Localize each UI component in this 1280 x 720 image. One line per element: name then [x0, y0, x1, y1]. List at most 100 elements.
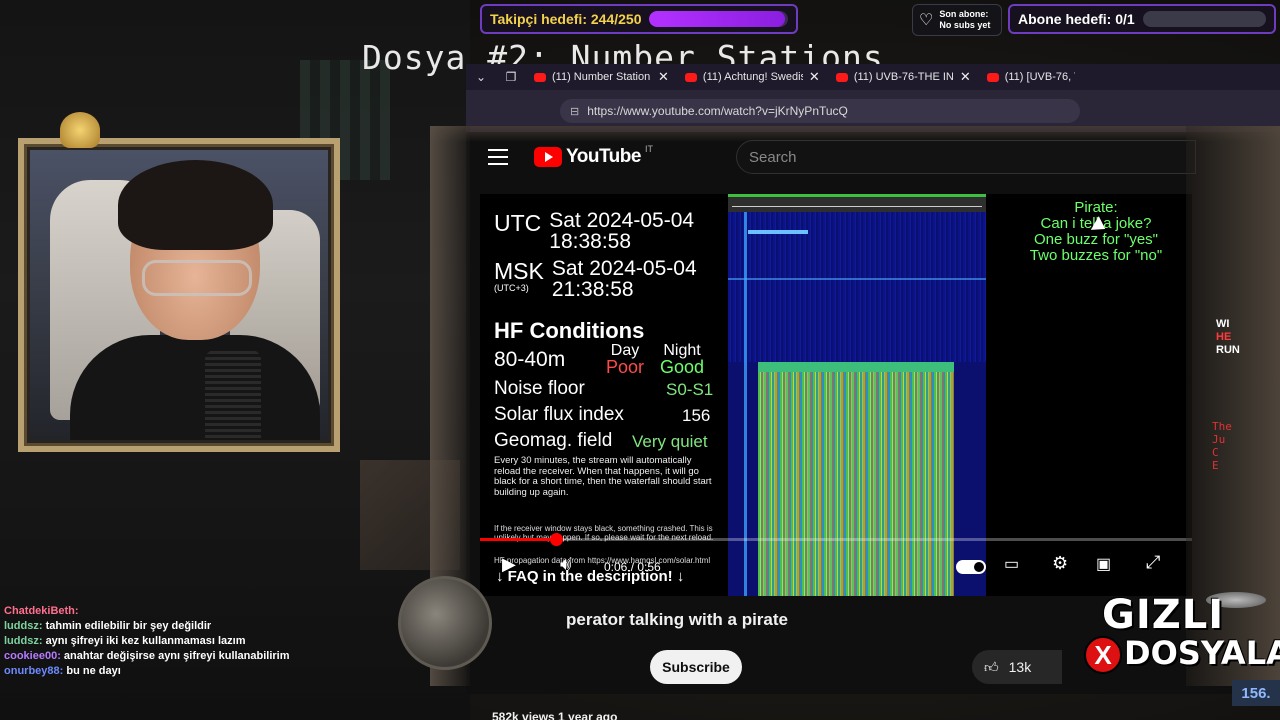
logo-line2: DOSYALAR: [1124, 634, 1280, 672]
utc-row: UTC Sat 2024-05-04 18:38:58: [494, 210, 719, 252]
address-bar-row: ⊟ https://www.youtube.com/watch?v=jKrNyP…: [466, 90, 1280, 132]
thumbs-up-icon: 👍︎: [984, 658, 999, 675]
side-badge: 156.: [1232, 680, 1280, 706]
chat-username[interactable]: onurbey88:: [4, 665, 66, 677]
video-title: perator talking with a pirate: [566, 610, 788, 629]
url-text[interactable]: https://www.youtube.com/watch?v=jKrNyPnT…: [587, 104, 848, 118]
side-document-text: The Ju C E: [1212, 420, 1232, 472]
tab-bar: ⌄ ❐ (11) Number Station I ✕ (11) Achtung…: [466, 64, 1280, 90]
signal-onset: [758, 362, 954, 372]
browser-tab[interactable]: (11) UVB-76-THE INFA ✕: [828, 64, 979, 90]
play-icon[interactable]: ▶: [502, 554, 516, 575]
youtube-header: YouTube IT Search: [466, 132, 1280, 182]
youtube-logo[interactable]: YouTube IT: [534, 144, 653, 168]
chat-username[interactable]: luddsz:: [4, 635, 46, 647]
waterfall-noise: [728, 212, 986, 362]
coin-decoration: [398, 576, 492, 670]
chat-message: luddsz: tahmin edilebilir bir şey değild…: [4, 619, 360, 634]
gear-icon[interactable]: ⚙: [1052, 553, 1068, 574]
frequency-scale: [728, 194, 986, 212]
sub-goal-bar: [1142, 11, 1266, 27]
video-player[interactable]: UTC Sat 2024-05-04 18:38:58 MSK (UTC+3) S…: [480, 194, 1192, 596]
youtube-favicon-icon: [986, 72, 999, 82]
subscribe-button[interactable]: Subscribe: [650, 650, 742, 684]
chat-message: onurbey88: bu ne dayı: [4, 664, 360, 679]
reload-note: Every 30 minutes, the stream will automa…: [494, 455, 712, 498]
text-line: HE: [1216, 331, 1232, 343]
chat-text: bu ne dayı: [66, 665, 121, 677]
geomag-value: Very quiet: [632, 432, 708, 451]
stream-chat: ChatdekiBeth: luddsz: tahmin edilebilir …: [4, 604, 360, 679]
browser-tab[interactable]: (11) Achtung! Swedis ✕: [677, 64, 828, 90]
text-line: One buzz for "yes": [1033, 231, 1159, 248]
country-code: IT: [644, 144, 653, 154]
volume-icon[interactable]: 🔊︎: [560, 554, 571, 575]
logo-line1: GIZLI: [1102, 592, 1225, 638]
waterfall-marker: [728, 278, 986, 280]
autoplay-toggle[interactable]: [956, 560, 986, 574]
logo-x-icon: X: [1084, 636, 1122, 674]
day-condition: Poor: [606, 357, 645, 377]
text-line: E: [1212, 459, 1219, 472]
msk-label-group: MSK (UTC+3): [494, 258, 544, 293]
tab-label: (11) Achtung! Swedis: [702, 71, 803, 83]
follower-goal-bar: [649, 11, 788, 27]
text-line: Pirate:: [1074, 199, 1118, 216]
last-sub-title: Son abone:: [939, 9, 989, 19]
text-line: RUN: [1216, 344, 1240, 356]
text-line: Two buzzes for "no": [1029, 247, 1163, 264]
view-count: 582k views 1 year ago: [492, 710, 618, 720]
time-readout: 0:06 / 0:56: [604, 560, 661, 574]
gizli-dosyalar-logo: GIZLI X DOSYALAR: [1084, 592, 1280, 678]
theater-mode-icon[interactable]: ▣: [1096, 554, 1111, 574]
youtube-favicon-icon: [684, 72, 697, 82]
search-input[interactable]: Search: [736, 140, 1196, 174]
msk-datetime: Sat 2024-05-04 21:38:58: [551, 257, 697, 301]
streamer-body: [70, 335, 320, 440]
streamer-hair: [118, 160, 273, 250]
progress-played: [480, 538, 557, 541]
last-subscriber-widget: ♡ Son abone: No subs yet: [912, 4, 1002, 36]
close-icon[interactable]: ✕: [809, 69, 820, 85]
like-button[interactable]: 👍︎ 13k: [972, 650, 1062, 684]
hf-conditions-title: HF Conditions: [494, 318, 645, 343]
follower-goal-fill: [649, 11, 785, 27]
waterfall-display: [728, 194, 986, 596]
youtube-wordmark: YouTube: [566, 146, 641, 167]
youtube-favicon-icon: [534, 72, 546, 82]
chat-username[interactable]: cookiee00:: [4, 650, 64, 662]
menu-icon[interactable]: [488, 149, 508, 165]
site-info-icon[interactable]: ⊟: [570, 105, 579, 118]
chat-caption-panel: Pirate: Can i tell a joke? One buzz for "y…: [986, 194, 1192, 596]
text-line: Ju: [1212, 433, 1226, 446]
tab-groups-icon[interactable]: ❐: [496, 64, 526, 90]
signal-blip: [748, 230, 808, 234]
lamp-decoration: [60, 112, 100, 148]
progress-bar[interactable]: [480, 533, 1192, 546]
chat-message: ChatdekiBeth:: [4, 604, 360, 619]
solar-flux-value: 156: [682, 406, 711, 425]
text-line: The: [1212, 420, 1232, 433]
chat-text: tahmin edilebilir bir şey değildir: [45, 620, 212, 632]
browser-tab[interactable]: (11) Number Station I ✕: [526, 64, 677, 90]
browser-tab[interactable]: (11) [UVB-76, Th: [979, 64, 1083, 90]
address-bar[interactable]: ⊟ https://www.youtube.com/watch?v=jKrNyP…: [560, 99, 1080, 123]
microphone: [205, 350, 261, 440]
noise-floor-value: S0-S1: [666, 380, 714, 399]
subtitles-icon[interactable]: ▭: [1004, 554, 1019, 574]
fullscreen-icon[interactable]: ⤢: [1146, 552, 1160, 573]
tab-list-chevron-icon[interactable]: ⌄: [466, 64, 496, 90]
like-count: 13k: [1008, 659, 1032, 675]
side-poster-text: WI HE RUN: [1216, 318, 1240, 357]
follower-goal-label: Takipçi hedefi: 244/250: [490, 11, 642, 27]
subscriber-goal-widget: Abone hedefi: 0/1: [1008, 4, 1276, 34]
close-icon[interactable]: ✕: [658, 69, 669, 85]
tab-label: (11) UVB-76-THE INFA: [853, 71, 954, 83]
close-icon[interactable]: ✕: [960, 69, 971, 85]
tab-label: (11) [UVB-76, Th: [1004, 71, 1075, 83]
text-line: C: [1212, 446, 1219, 459]
chat-username[interactable]: luddsz:: [4, 620, 46, 632]
chat-username[interactable]: ChatdekiBeth:: [4, 605, 79, 617]
background-prop: [360, 460, 460, 570]
noise-floor-label: Noise floor: [494, 378, 585, 399]
